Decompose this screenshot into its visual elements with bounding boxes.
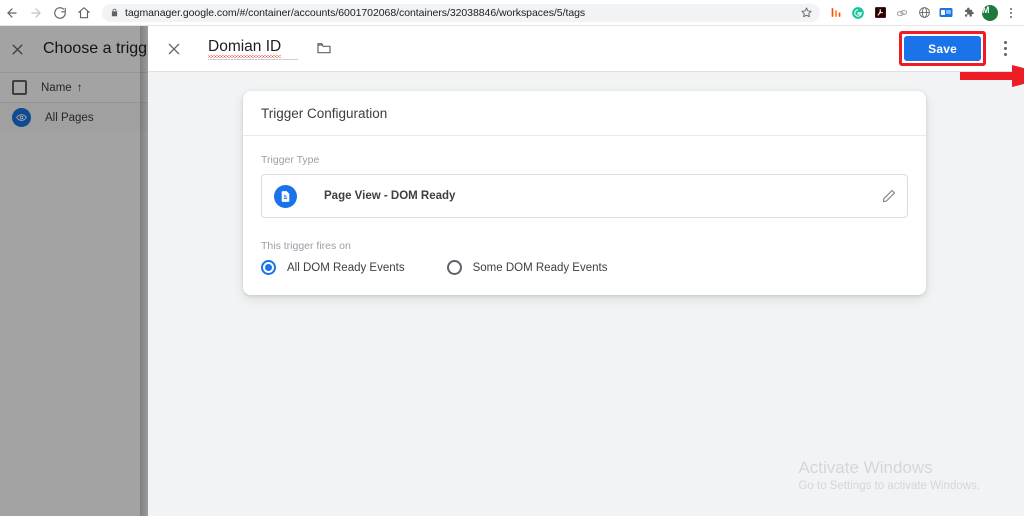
dialog-header: Domian ID Save: [148, 26, 1024, 72]
avatar[interactable]: M: [980, 3, 1000, 23]
radio-selected-icon: [261, 260, 276, 275]
extension-icon-card[interactable]: [936, 3, 956, 23]
trigger-type-value: Page View - DOM Ready: [324, 190, 456, 202]
lock-icon: [110, 8, 119, 17]
home-icon[interactable]: [72, 1, 96, 25]
save-button-highlight: Save: [899, 31, 986, 66]
fires-on-label: This trigger fires on: [261, 240, 351, 252]
watermark-subtitle: Go to Settings to activate Windows.: [798, 480, 980, 492]
browser-toolbar: tagmanager.google.com/#/container/accoun…: [0, 0, 1024, 26]
forward-arrow-icon[interactable]: [24, 1, 48, 25]
folder-icon[interactable]: [316, 40, 332, 60]
choose-trigger-title: Choose a trigg: [43, 40, 148, 57]
list-item-label: All Pages: [45, 111, 94, 124]
trigger-list-header: Name ↑: [0, 72, 148, 102]
spellcheck-underline: [208, 54, 281, 58]
extension-icon-clouds[interactable]: [892, 3, 912, 23]
select-all-checkbox[interactable]: [12, 80, 27, 95]
trigger-name-input[interactable]: Domian ID: [208, 38, 298, 60]
trigger-type-label: Trigger Type: [261, 154, 320, 166]
extension-icon-adobe-acrobat[interactable]: [870, 3, 890, 23]
dialog-actions: Save: [899, 31, 1024, 66]
trigger-configuration-card: Trigger Configuration Trigger Type Page …: [243, 91, 926, 295]
extension-icon-grammarly[interactable]: [848, 3, 868, 23]
column-header-name-label: Name: [41, 81, 72, 94]
extension-icon-puzzle[interactable]: [958, 3, 978, 23]
close-icon[interactable]: [10, 42, 25, 57]
dialog-kebab-menu-icon[interactable]: [996, 36, 1014, 62]
screen: tagmanager.google.com/#/container/accoun…: [0, 0, 1024, 516]
pencil-edit-icon[interactable]: [881, 188, 897, 204]
radio-some-dom-ready-events[interactable]: Some DOM Ready Events: [446, 260, 608, 275]
extension-icon-globe[interactable]: [914, 3, 934, 23]
close-icon[interactable]: [166, 41, 182, 57]
avatar-initial: M: [982, 4, 998, 21]
extension-icon-analytics[interactable]: [826, 3, 846, 23]
choose-trigger-header: Choose a trigg: [0, 26, 148, 72]
watermark-title: Activate Windows: [798, 458, 933, 477]
eye-icon: [12, 108, 31, 127]
radio-all-dom-ready-events[interactable]: All DOM Ready Events: [261, 260, 405, 275]
card-body: Trigger Type Page View - DOM Ready This …: [243, 136, 926, 295]
reload-icon[interactable]: [48, 1, 72, 25]
address-bar-url[interactable]: tagmanager.google.com/#/container/accoun…: [125, 4, 797, 22]
choose-trigger-panel: Choose a trigg Name ↑ All Pages: [0, 26, 148, 516]
windows-activation-watermark: Activate Windows Go to Settings to activ…: [798, 457, 980, 494]
radio-unselected-icon: [446, 260, 462, 275]
extension-tray: M: [826, 3, 1024, 23]
sort-ascending-icon: ↑: [76, 81, 83, 94]
fires-on-radio-group: All DOM Ready Events Some DOM Ready Even…: [261, 260, 908, 275]
dialog-title-wrap: Domian ID: [208, 38, 332, 60]
card-title: Trigger Configuration: [243, 91, 926, 136]
page-view-document-icon: [274, 184, 297, 208]
radio-label: Some DOM Ready Events: [472, 261, 608, 274]
bookmark-star-icon[interactable]: [801, 7, 812, 18]
column-header-name[interactable]: Name ↑: [41, 82, 82, 94]
page-content: Choose a trigg Name ↑ All Pages Domian I…: [0, 26, 1024, 516]
trigger-type-row[interactable]: Page View - DOM Ready: [261, 174, 908, 218]
list-item[interactable]: All Pages: [0, 102, 148, 132]
trigger-edit-dialog: Domian ID Save Trigger Configuration Tri…: [148, 26, 1024, 516]
back-arrow-icon[interactable]: [0, 1, 24, 25]
address-bar[interactable]: tagmanager.google.com/#/container/accoun…: [102, 3, 820, 22]
save-button[interactable]: Save: [904, 36, 981, 61]
browser-kebab-menu-icon[interactable]: [1002, 7, 1020, 18]
red-arrow-annotation: [960, 65, 1024, 87]
radio-label: All DOM Ready Events: [287, 261, 405, 274]
